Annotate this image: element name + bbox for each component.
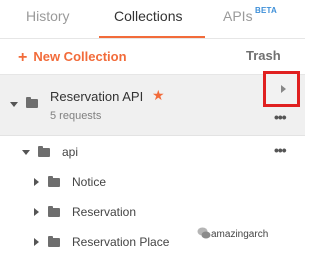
chevron-right-icon	[281, 85, 286, 93]
folder-caret-right-icon[interactable]	[34, 238, 39, 246]
folder-icon	[48, 236, 60, 247]
collapse-caret-icon[interactable]	[10, 102, 18, 107]
favorite-star-icon[interactable]: ★	[152, 87, 165, 104]
plus-icon: +	[18, 49, 28, 66]
folder-caret-right-icon[interactable]	[34, 178, 39, 186]
subfolder-label: Notice	[72, 175, 107, 189]
new-collection-label: New Collection	[33, 49, 127, 64]
folder-caret-down-icon[interactable]	[22, 150, 30, 155]
collection-name: Reservation API	[50, 89, 144, 104]
folder-caret-right-icon[interactable]	[34, 208, 39, 216]
sidebar-tabs: History Collections APIs BETA	[0, 0, 305, 39]
subfolder-label: Reservation Place	[72, 235, 170, 249]
collection-folder-icon	[26, 97, 38, 108]
beta-badge: BETA	[255, 6, 277, 15]
collection-more-options-icon[interactable]: •••	[274, 109, 287, 125]
tab-collections[interactable]: Collections	[114, 8, 182, 24]
folder-more-options-icon[interactable]: •••	[274, 142, 287, 158]
folder-icon	[38, 146, 50, 157]
wechat-icon	[197, 227, 211, 239]
folder-icon	[48, 176, 60, 187]
collection-request-count: 5 requests	[50, 110, 102, 122]
collection-row[interactable]: Reservation API ★ 5 requests •••	[0, 75, 305, 136]
new-collection-button[interactable]: + New Collection	[18, 48, 127, 66]
subfolder-row-reservation[interactable]: Reservation	[0, 198, 305, 228]
collection-expand-button[interactable]	[263, 71, 300, 107]
folder-row-api[interactable]: api •••	[0, 138, 305, 168]
subfolder-row-notice[interactable]: Notice	[0, 168, 305, 198]
active-tab-indicator	[99, 36, 205, 38]
watermark-text: amazingarch	[211, 229, 269, 240]
folder-label: api	[62, 145, 79, 159]
folder-icon	[48, 206, 60, 217]
tab-apis[interactable]: APIs	[223, 8, 253, 24]
trash-button[interactable]: Trash	[246, 48, 281, 63]
tab-history[interactable]: History	[26, 8, 70, 24]
subfolder-label: Reservation	[72, 205, 137, 219]
collections-toolbar: + New Collection Trash	[0, 39, 305, 75]
